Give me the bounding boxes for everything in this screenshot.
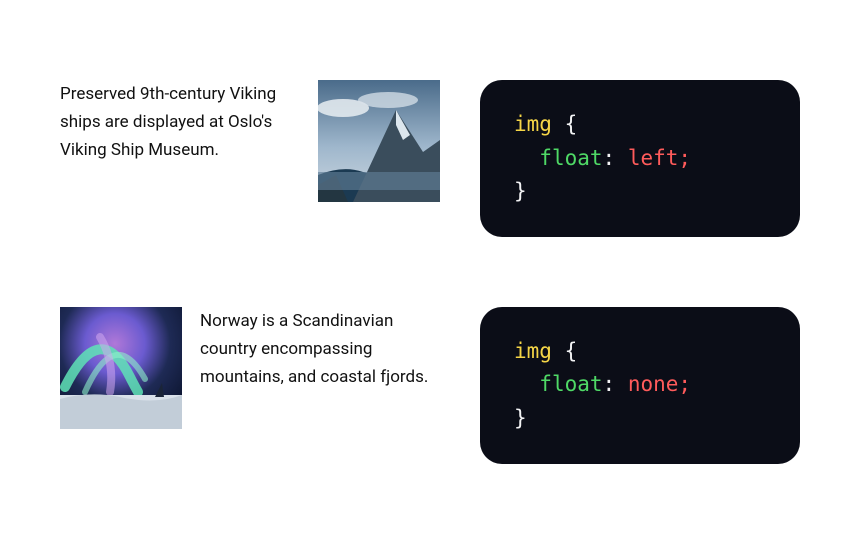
example-text: Preserved 9th-century Viking ships are d… — [60, 80, 300, 164]
code-line: float: none; — [514, 368, 766, 402]
brace-open-icon: { — [565, 112, 578, 136]
brace-close-icon: } — [514, 406, 527, 430]
example-row-1: Preserved 9th-century Viking ships are d… — [60, 80, 804, 237]
code-value: none — [628, 372, 679, 396]
mountain-fjord-icon — [318, 80, 440, 202]
example-left-2: Norway is a Scandinavian country encompa… — [60, 307, 440, 429]
code-line: float: left; — [514, 142, 766, 176]
brace-open-icon: { — [565, 339, 578, 363]
code-value: left — [628, 146, 679, 170]
semicolon-icon: ; — [678, 372, 691, 396]
example-image — [60, 307, 182, 429]
colon-icon: : — [603, 146, 616, 170]
example-left-1: Preserved 9th-century Viking ships are d… — [60, 80, 440, 202]
aurora-icon — [60, 307, 182, 429]
semicolon-icon: ; — [678, 146, 691, 170]
code-property: float — [539, 372, 602, 396]
code-line: } — [514, 175, 766, 209]
code-line: img { — [514, 108, 766, 142]
brace-close-icon: } — [514, 179, 527, 203]
colon-icon: : — [603, 372, 616, 396]
example-image — [318, 80, 440, 202]
code-line: img { — [514, 335, 766, 369]
example-text: Norway is a Scandinavian country encompa… — [200, 307, 440, 391]
code-line: } — [514, 402, 766, 436]
code-block-1: img { float: left; } — [480, 80, 800, 237]
code-selector: img — [514, 112, 552, 136]
code-block-2: img { float: none; } — [480, 307, 800, 464]
code-selector: img — [514, 339, 552, 363]
code-property: float — [539, 146, 602, 170]
example-row-2: Norway is a Scandinavian country encompa… — [60, 307, 804, 464]
